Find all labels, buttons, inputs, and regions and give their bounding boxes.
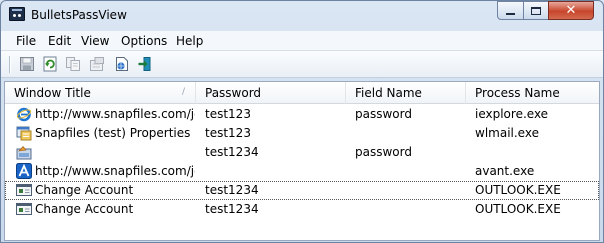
column-header-label: Process Name [475, 86, 560, 100]
html-report-icon[interactable] [114, 56, 130, 72]
toolbar-grip[interactable] [9, 56, 11, 73]
properties-window-icon [16, 126, 32, 141]
cell-process-name: OUTLOOK.EXE [475, 202, 561, 216]
cell-password: test123 [205, 126, 251, 140]
toolbar [1, 51, 603, 78]
cell-process-name: avant.exe [475, 164, 535, 178]
exit-icon[interactable] [137, 56, 153, 72]
cell-window-title: Change Account [35, 183, 134, 197]
cell-password: test1234 [205, 183, 259, 197]
refresh-icon[interactable] [42, 56, 58, 72]
cell-window-title: http://www.snapfiles.com/jo... [35, 107, 195, 121]
title-bar[interactable]: BulletsPassView ✕ [1, 1, 603, 31]
maximize-icon [531, 6, 541, 15]
dialog-window-icon [16, 203, 32, 215]
menu-help[interactable]: Help [176, 34, 203, 48]
properties-icon[interactable] [89, 56, 105, 72]
app-window: BulletsPassView ✕ File Edit View Options… [0, 0, 604, 243]
sort-indicator-icon: / [182, 87, 186, 97]
save-icon[interactable] [19, 56, 35, 72]
column-header-label: Field Name [355, 86, 422, 100]
table-row[interactable]: test1234 password [5, 143, 599, 162]
avant-browser-icon [16, 163, 32, 179]
column-header-label: Password [205, 86, 262, 100]
dialog-window-icon [16, 184, 32, 196]
cell-field-name: password [355, 107, 412, 121]
window-title: BulletsPassView [31, 8, 127, 22]
minimize-button[interactable] [497, 1, 524, 20]
table-row[interactable]: Change Account test1234 OUTLOOK.EXE [5, 200, 599, 219]
cell-process-name: iexplore.exe [475, 107, 549, 121]
column-header-password[interactable]: Password [196, 82, 346, 104]
app-icon [9, 7, 25, 21]
cell-window-title: http://www.snapfiles.com/jo... [35, 164, 195, 178]
cell-window-title: Snapfiles (test) Properties [35, 126, 191, 140]
column-header-field-name[interactable]: Field Name [346, 82, 466, 104]
menu-options[interactable]: Options [121, 34, 167, 48]
cell-process-name: wlmail.exe [475, 126, 539, 140]
table-header: Window Title / Password Field Name Proce… [5, 82, 599, 104]
copy-icon[interactable] [65, 56, 81, 72]
cell-window-title: Change Account [35, 202, 134, 216]
close-icon: ✕ [565, 3, 577, 18]
cell-password: test123 [205, 107, 251, 121]
menu-file[interactable]: File [16, 34, 36, 48]
generic-app-icon [16, 146, 32, 160]
menu-edit[interactable]: Edit [48, 34, 71, 48]
cell-process-name: OUTLOOK.EXE [475, 183, 561, 197]
minimize-icon [506, 12, 515, 15]
internet-explorer-icon [16, 107, 32, 122]
cell-password: test1234 [205, 145, 259, 159]
menu-bar: File Edit View Options Help [1, 31, 603, 51]
cell-field-name: password [355, 145, 412, 159]
table-row[interactable]: Snapfiles (test) Properties test123 wlma… [5, 124, 599, 143]
column-header-process-name[interactable]: Process Name [466, 82, 599, 104]
table-row[interactable]: http://www.snapfiles.com/jo... test123 p… [5, 105, 599, 124]
maximize-button[interactable] [523, 1, 549, 20]
menu-view[interactable]: View [81, 34, 109, 48]
passwords-table[interactable]: Window Title / Password Field Name Proce… [4, 81, 600, 241]
column-header-label: Window Title [14, 86, 91, 100]
column-header-window-title[interactable]: Window Title / [5, 82, 196, 104]
close-button[interactable]: ✕ [548, 1, 594, 20]
table-row[interactable]: Change Account test1234 OUTLOOK.EXE [5, 181, 599, 200]
cell-password: test1234 [205, 202, 259, 216]
table-row[interactable]: http://www.snapfiles.com/jo... avant.exe [5, 162, 599, 181]
